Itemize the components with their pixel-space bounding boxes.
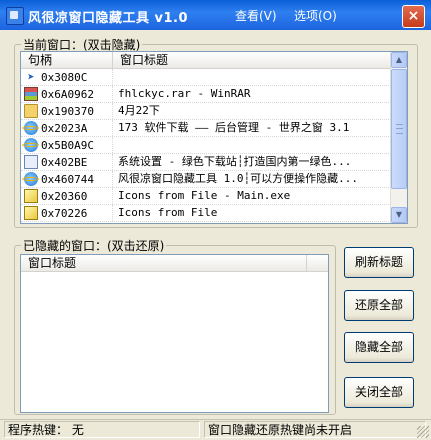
- table-row[interactable]: 0x2023A 173 软件下载 —— 后台管理 - 世界之窗 3.1: [21, 120, 391, 137]
- close-all-button[interactable]: 关闭全部: [344, 377, 414, 408]
- row-handle: 0x2023A: [41, 121, 88, 135]
- app-window: 风很凉窗口隐藏工具 v1.0 查看(V) 选项(O) × 当前窗口：(双击隐藏)…: [0, 0, 431, 440]
- column-header-title[interactable]: 窗口标题: [113, 52, 391, 68]
- current-list-header: 句柄 窗口标题: [21, 52, 391, 69]
- row-handle: 0x6A0962: [41, 87, 94, 101]
- menu-options[interactable]: 选项(O): [294, 7, 337, 24]
- status-restore-hotkey: 窗口隐藏还原热键尚未开启: [204, 421, 426, 438]
- hide-all-button[interactable]: 隐藏全部: [344, 332, 414, 363]
- hidden-windows-list[interactable]: 窗口标题: [20, 254, 329, 413]
- table-row[interactable]: 0x20360 Icons from File - Main.exe: [21, 188, 391, 205]
- window-title: 风很凉窗口隐藏工具 v1.0: [28, 11, 189, 26]
- row-handle: 0x460744: [41, 172, 94, 186]
- row-handle: 0x3080C: [41, 70, 88, 84]
- window-icon: [24, 155, 38, 169]
- row-title: 风很凉窗口隐藏工具 1.0┆可以方便操作隐藏...: [118, 172, 358, 185]
- scroll-thumb[interactable]: [391, 69, 407, 189]
- arrow-icon: ➤: [27, 70, 35, 84]
- table-row[interactable]: 0x460744 风很凉窗口隐藏工具 1.0┆可以方便操作隐藏...: [21, 171, 391, 188]
- status-hotkey: 程序热键： 无: [4, 421, 200, 438]
- ie-icon: [22, 121, 39, 135]
- close-button[interactable]: ×: [402, 5, 425, 28]
- refresh-titles-button[interactable]: 刷新标题: [344, 247, 414, 278]
- ie-icon: [22, 138, 39, 152]
- grip-icon: [396, 124, 403, 134]
- app-icon: [6, 7, 24, 25]
- pen-icon: [24, 206, 38, 220]
- ie-icon: [22, 172, 39, 186]
- resize-grip-icon[interactable]: [417, 426, 429, 438]
- table-row[interactable]: ➤ 0x3080C: [21, 69, 391, 86]
- current-list-rows: ➤ 0x3080C 0x6A0962 fhlckyc.rar - WinRAR 0…: [21, 69, 391, 222]
- row-title: [113, 137, 391, 153]
- scroll-down-button[interactable]: ▼: [391, 207, 407, 223]
- title-bar[interactable]: 风很凉窗口隐藏工具 v1.0 查看(V) 选项(O) ×: [0, 0, 431, 30]
- row-title: Icons from File - Main.exe: [118, 189, 291, 202]
- table-row[interactable]: 0x6A0962 fhlckyc.rar - WinRAR: [21, 86, 391, 103]
- row-handle: 0x70226: [41, 206, 88, 220]
- column-header-handle[interactable]: 句柄: [21, 52, 113, 68]
- table-row[interactable]: 0x190370 4月22下: [21, 103, 391, 120]
- menu-view[interactable]: 查看(V): [235, 7, 277, 24]
- winrar-icon: [24, 87, 38, 101]
- restore-all-button[interactable]: 还原全部: [344, 290, 414, 321]
- hidden-windows-legend: 已隐藏的窗口：(双击还原): [23, 239, 165, 253]
- row-handle: 0x5B0A9C: [41, 138, 94, 152]
- row-handle: 0x190370: [41, 104, 94, 118]
- row-title: 4月22下: [118, 104, 160, 117]
- row-title: fhlckyc.rar - WinRAR: [118, 87, 251, 100]
- row-title: Icons from File: [118, 206, 218, 219]
- row-title: 173 软件下载 —— 后台管理 - 世界之窗 3.1: [118, 121, 350, 134]
- pen-icon: [24, 189, 38, 203]
- arrow-down-icon: ▼: [395, 210, 403, 219]
- folder-icon: [24, 104, 38, 118]
- column-header-title[interactable]: 窗口标题: [21, 255, 307, 271]
- arrow-up-icon: ▲: [395, 55, 403, 64]
- table-row[interactable]: 0x70226 Icons from File: [21, 205, 391, 222]
- status-bar: 程序热键： 无 窗口隐藏还原热键尚未开启: [0, 419, 431, 440]
- vertical-scrollbar[interactable]: ▲ ▼: [390, 52, 407, 223]
- hidden-list-header: 窗口标题: [21, 255, 328, 272]
- current-windows-list[interactable]: 句柄 窗口标题 ➤ 0x3080C 0x6A0962 fhlckyc.rar - …: [20, 51, 408, 224]
- table-row[interactable]: 0x402BE 系统设置 - 绿色下载站┆打造国内第一绿色...: [21, 154, 391, 171]
- close-icon: ×: [407, 8, 420, 24]
- scroll-up-button[interactable]: ▲: [391, 52, 407, 68]
- table-row[interactable]: 0x5B0A9C: [21, 137, 391, 154]
- row-title: 系统设置 - 绿色下载站┆打造国内第一绿色...: [118, 155, 352, 168]
- row-handle: 0x20360: [41, 189, 88, 203]
- row-handle: 0x402BE: [41, 155, 88, 169]
- row-title: [113, 69, 391, 85]
